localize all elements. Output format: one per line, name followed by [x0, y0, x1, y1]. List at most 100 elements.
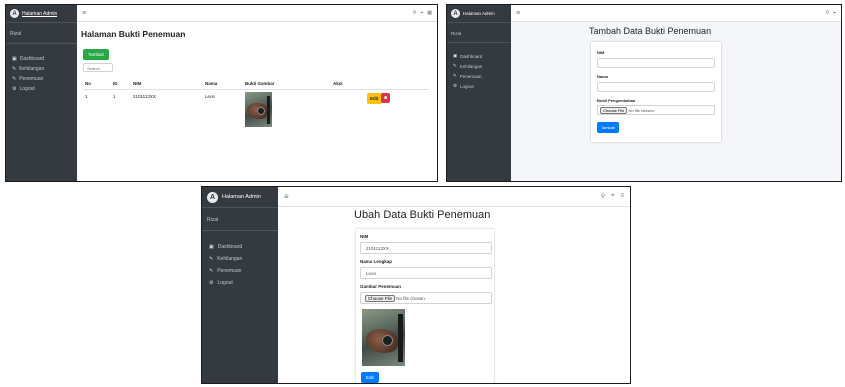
main-content: Halaman Bukti Penemuan Tambah Search No … — [77, 22, 437, 181]
sidebar-item-label: Dashboard — [19, 56, 45, 62]
sidebar-item-dashboard[interactable]: ▣ Dashboard — [202, 241, 278, 253]
sidebar-item-kehilangan[interactable]: ✎ Kehilangan — [202, 253, 278, 265]
panel-tambah-bukti-penemuan: A Halaman Admin Rizal ▣ Dashboard ✎ Kehi… — [446, 4, 842, 182]
expand-icon[interactable]: ⌖ — [420, 10, 423, 16]
sidebar-item-label: Logout — [460, 83, 474, 89]
file-status: No file chosen — [628, 108, 654, 113]
sidebar-item-dashboard[interactable]: ▣ Dashboard — [447, 51, 511, 61]
sidebar-item-kehilangan[interactable]: ✎ Kehilangan — [6, 64, 77, 74]
cell-nim: 2101113XX — [133, 94, 156, 99]
delete-button[interactable]: ■ — [381, 93, 391, 103]
gear-icon: ⚙ — [209, 280, 214, 286]
search-icon[interactable]: ⚲ — [826, 10, 830, 16]
photo-strip — [398, 314, 403, 362]
expand-icon[interactable]: ⌖ — [833, 10, 836, 16]
column-header: ID — [113, 81, 118, 86]
photo-watch — [382, 335, 393, 346]
brand[interactable]: A Halaman Admin — [202, 187, 278, 208]
nim-input[interactable]: 2101113XX — [360, 242, 492, 254]
page-title: Halaman Bukti Penemuan — [81, 29, 186, 39]
search-icon[interactable]: ⚲ — [601, 193, 605, 200]
dashboard-icon: ▣ — [209, 244, 214, 250]
search-icon[interactable]: ⚲ — [413, 10, 417, 16]
grid-icon[interactable]: ▦ — [427, 10, 432, 16]
table-row: 1 1 2101113XX Leon Edit ■ — [83, 90, 429, 162]
evidence-image — [245, 92, 272, 127]
file-input[interactable]: Choose File No file chosen — [360, 292, 492, 304]
user-name[interactable]: Rizal — [202, 208, 278, 231]
hamburger-icon[interactable]: ≡ — [82, 10, 86, 17]
topbar-icons: ⚲ ⌖ — [826, 10, 837, 16]
sidebar-item-label: Kehilangan — [459, 63, 483, 69]
main-content: Ubah Data Bukti Penemuan NIM 2101113XX N… — [278, 207, 630, 383]
choose-file-button[interactable]: Choose File — [600, 107, 628, 114]
file-input[interactable]: Choose File No file chosen — [597, 105, 715, 115]
column-header: Aksi — [333, 81, 343, 86]
edit-button[interactable]: Edit — [367, 93, 382, 104]
topbar: ≡ ⚲ ⌖ ▦ — [77, 5, 437, 22]
edit-icon: ✎ — [209, 268, 214, 274]
nama-input[interactable] — [597, 82, 715, 92]
choose-file-button[interactable]: Choose File — [365, 295, 396, 302]
user-name[interactable]: Rizal — [447, 23, 511, 43]
edit-icon: ✎ — [209, 256, 214, 262]
search-input[interactable]: Search — [83, 63, 113, 72]
topbar-icons: ⚲ ⌖ ▦ — [413, 10, 432, 16]
sidebar-item-penemuan[interactable]: ✎ Penemuan — [6, 74, 77, 84]
brand-logo-icon: A — [451, 9, 460, 18]
photo-strip — [267, 96, 270, 124]
grid-icon[interactable]: ≡ — [620, 193, 624, 200]
gear-icon: ⚙ — [12, 86, 17, 92]
sidebar-item-penemuan[interactable]: ✎ Penemuan — [202, 265, 278, 277]
nama-input[interactable]: Leon — [360, 267, 492, 279]
panel-ubah-bukti-penemuan: A Halaman Admin Rizal ▣ Dashboard ✎ Kehi… — [201, 186, 631, 384]
sidebar-item-label: Dashboard — [217, 244, 243, 250]
main-content: Tambah Data Bukti Penemuan NIM Nama Bukt… — [511, 22, 841, 181]
column-header: NIM — [133, 81, 142, 86]
file-status: No file chosen — [396, 296, 425, 301]
sidebar-item-kehilangan[interactable]: ✎ Kehilangan — [447, 61, 511, 71]
column-header: No — [85, 81, 91, 86]
add-button[interactable]: Tambah — [83, 49, 110, 60]
sidebar-item-label: Penemuan — [19, 76, 44, 82]
table-header-row: No ID NIM Nama Bukti Gambar Aksi — [83, 77, 429, 90]
sidebar-item-penemuan[interactable]: ✎ Penemuan — [447, 71, 511, 81]
column-header: Nama — [205, 81, 218, 86]
gambar-label: Gambar Penemuan — [360, 284, 402, 289]
user-name[interactable]: Rizal — [6, 23, 77, 44]
hamburger-icon[interactable]: ≡ — [516, 10, 520, 17]
ubah-form: NIM 2101113XX Nama Lengkap Leon Gambar P… — [356, 229, 494, 383]
sidebar-item-label: Penemuan — [459, 73, 482, 79]
topbar-icons: ⚲ ⌖ ≡ — [601, 193, 624, 200]
brand[interactable]: A Halaman Admin — [6, 5, 77, 23]
hamburger-icon[interactable]: ≡ — [284, 192, 289, 201]
sidebar-item-logout[interactable]: ⚙ Logout — [202, 277, 278, 289]
sidebar-item-label: Kehilangan — [217, 256, 243, 262]
brand-name: Halaman Admin — [22, 10, 58, 17]
sidebar-item-logout[interactable]: ⚙ Logout — [447, 81, 511, 91]
column-header: Bukti Gambar — [245, 81, 275, 86]
edit-icon: ✎ — [453, 63, 457, 68]
tambah-form: NIM Nama Bukti Pengembalian Choose File … — [591, 42, 721, 142]
topbar: ≡ ⚲ ⌖ ≡ — [278, 187, 630, 207]
gambar-label: Bukti Pengembalian — [597, 98, 636, 103]
nim-label: NIM — [360, 234, 369, 239]
sidebar-item-label: Logout — [217, 280, 233, 286]
topbar: ≡ ⚲ ⌖ — [511, 5, 841, 22]
dashboard-icon: ▣ — [453, 53, 458, 58]
data-table: No ID NIM Nama Bukti Gambar Aksi 1 1 210… — [83, 77, 429, 162]
sidebar-item-dashboard[interactable]: ▣ Dashboard — [6, 54, 77, 64]
brand[interactable]: A Halaman Admin — [447, 5, 511, 23]
edit-icon: ✎ — [12, 76, 17, 82]
sidebar-item-label: Logout — [19, 86, 35, 92]
gear-icon: ⚙ — [453, 83, 458, 88]
trash-icon: ■ — [384, 95, 388, 101]
sidebar: A Halaman Admin Rizal ▣ Dashboard ✎ Kehi… — [202, 187, 278, 383]
nim-input[interactable] — [597, 58, 715, 68]
submit-button[interactable]: Tambah — [597, 122, 620, 133]
expand-icon[interactable]: ⌖ — [611, 193, 614, 200]
sidebar-item-logout[interactable]: ⚙ Logout — [6, 84, 77, 94]
nama-label: Nama — [597, 74, 608, 79]
submit-button[interactable]: Edit — [361, 372, 379, 383]
sidebar-item-label: Penemuan — [217, 268, 242, 274]
